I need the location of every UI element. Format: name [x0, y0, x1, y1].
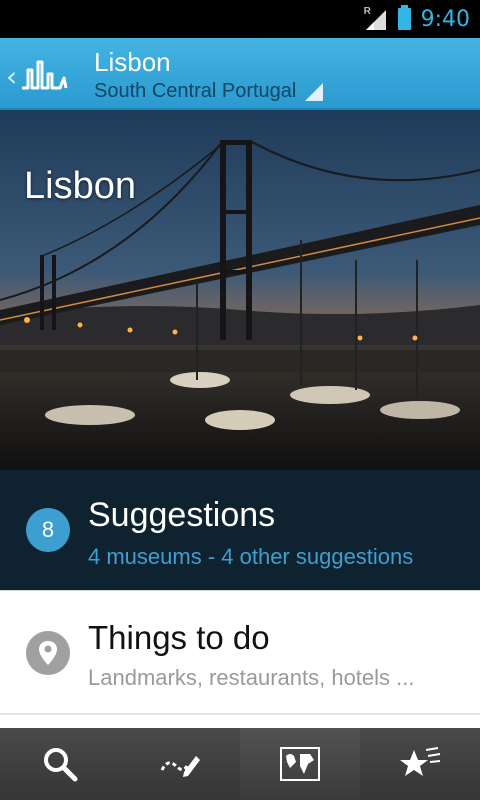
map-icon [280, 747, 320, 781]
route-edit-icon [160, 756, 200, 777]
route-edit-button[interactable] [120, 728, 240, 800]
app-logo-icon[interactable] [20, 56, 68, 92]
dropdown-indicator-icon[interactable] [305, 83, 323, 101]
map-button[interactable] [240, 728, 360, 800]
bridge-photo [0, 110, 480, 470]
hero-title: Lisbon [24, 165, 136, 207]
suggestions-title: Suggestions [88, 496, 276, 534]
battery-icon [397, 5, 411, 30]
region-dropdown[interactable]: South Central Portugal [94, 80, 296, 103]
status-icons: R 9:40 [364, 0, 470, 38]
suggestions-count-badge: 8 [26, 508, 70, 552]
favorites-icon [400, 747, 441, 776]
favorites-button[interactable] [360, 728, 480, 800]
things-to-do-item[interactable]: Things to do Landmarks, restaurants, hot… [0, 590, 480, 715]
things-to-do-title: Things to do [88, 619, 270, 656]
things-to-do-subtitle: Landmarks, restaurants, hotels ... [88, 665, 415, 690]
search-button[interactable] [0, 728, 120, 800]
suggestions-item[interactable]: 8 Suggestions 4 museums - 4 other sugges… [0, 470, 480, 590]
roaming-indicator: R [363, 6, 371, 17]
status-bar: R 9:40 [0, 0, 480, 38]
action-bar: ‹ Lisbon South Central Portugal [0, 38, 480, 110]
location-pin-icon [26, 631, 70, 675]
hero-image[interactable]: Lisbon [0, 110, 480, 470]
signal-icon: R [363, 6, 388, 30]
back-chevron-icon[interactable]: ‹ [6, 60, 17, 93]
suggestions-subtitle: 4 museums - 4 other suggestions [88, 544, 414, 569]
action-bar-title: Lisbon [94, 47, 171, 77]
status-clock: 9:40 [420, 6, 470, 32]
search-icon [44, 748, 78, 782]
bottom-toolbar [0, 728, 480, 800]
